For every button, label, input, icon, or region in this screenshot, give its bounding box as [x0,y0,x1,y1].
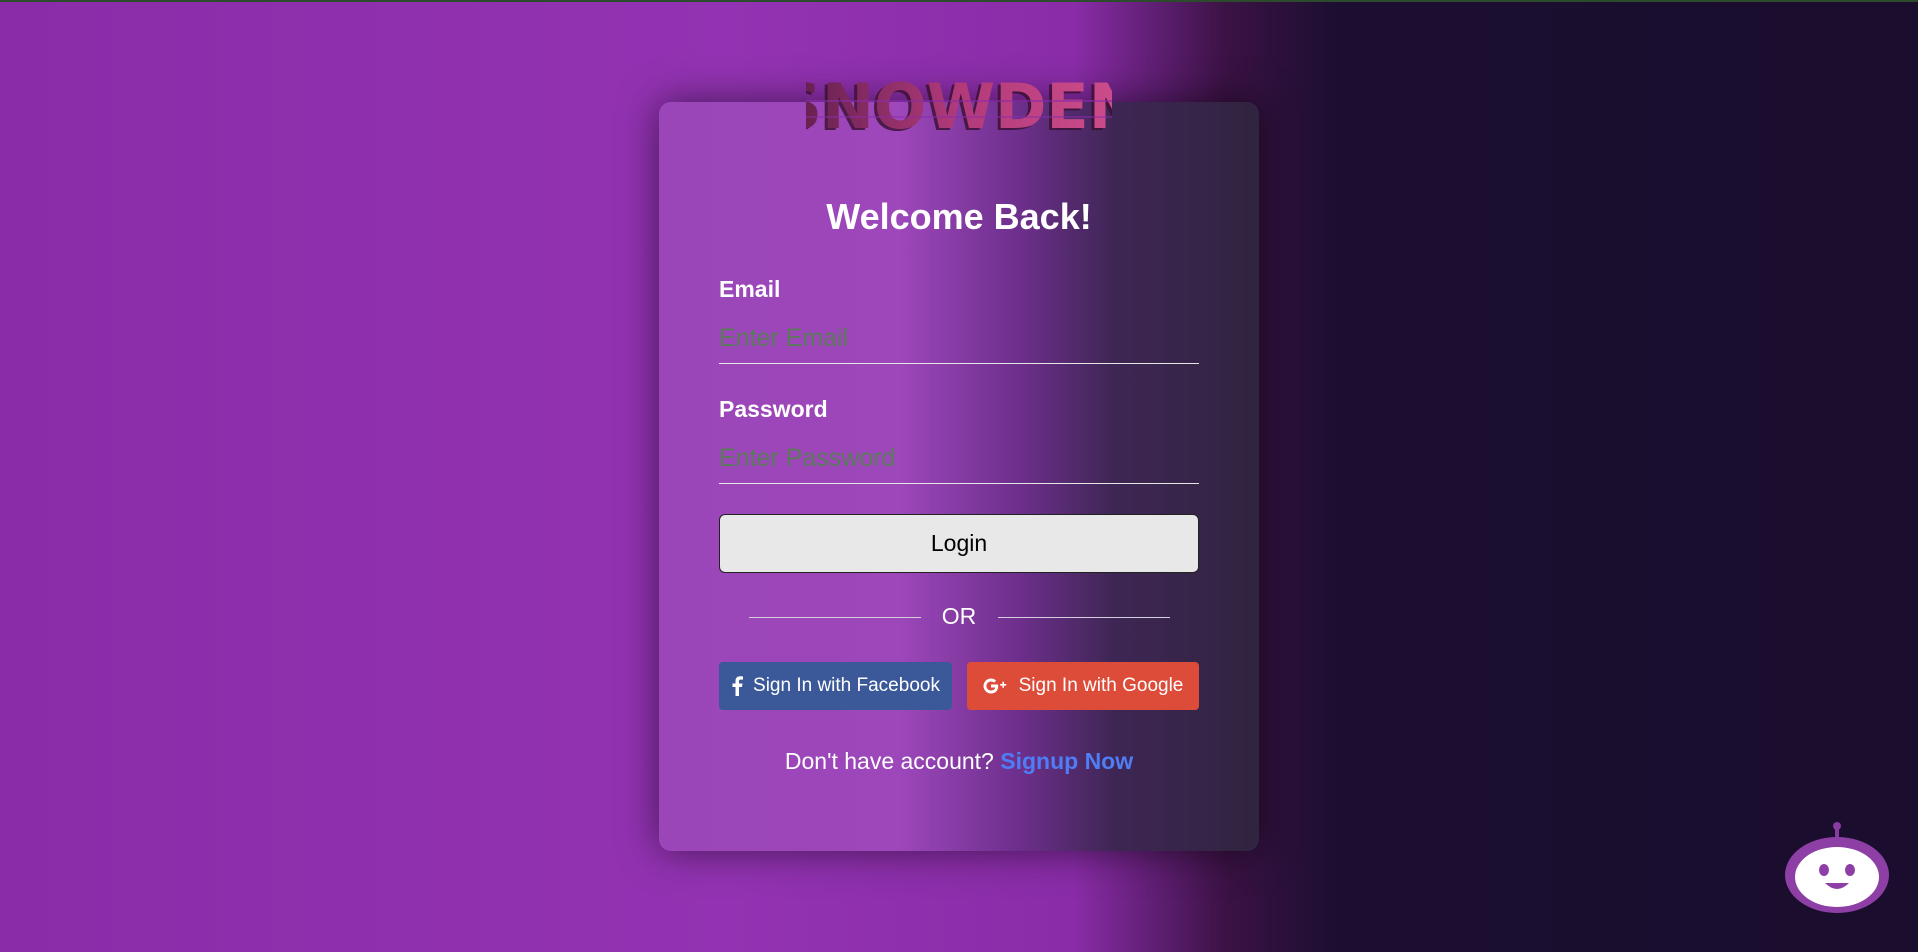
google-plus-icon [983,677,1009,695]
divider-line-left [749,617,921,618]
signup-footer: Don't have account? Signup Now [659,748,1259,775]
email-input[interactable] [719,313,1199,364]
google-button-label: Sign In with Google [1018,675,1184,696]
password-label: Password [719,396,828,422]
snowden-logo: SNOWDEN SNOWDEN [806,70,1112,136]
welcome-title: Welcome Back! [826,196,1092,237]
chatbot-icon[interactable] [1780,820,1890,920]
google-signin-button[interactable]: Sign In with Google [967,662,1199,710]
signup-link[interactable]: Signup Now [1000,748,1133,774]
or-divider-text: OR [941,603,977,629]
email-label: Email [719,276,781,302]
facebook-signin-button[interactable]: Sign In with Facebook [719,662,952,710]
facebook-icon [731,676,744,696]
facebook-button-label: Sign In with Facebook [753,675,940,696]
login-button[interactable]: Login [719,514,1199,573]
password-input[interactable] [719,433,1199,484]
top-border [0,0,1918,2]
signup-prompt: Don't have account? [784,748,994,774]
divider-line-right [998,617,1170,618]
svg-text:SNOWDEN: SNOWDEN [806,70,1112,136]
